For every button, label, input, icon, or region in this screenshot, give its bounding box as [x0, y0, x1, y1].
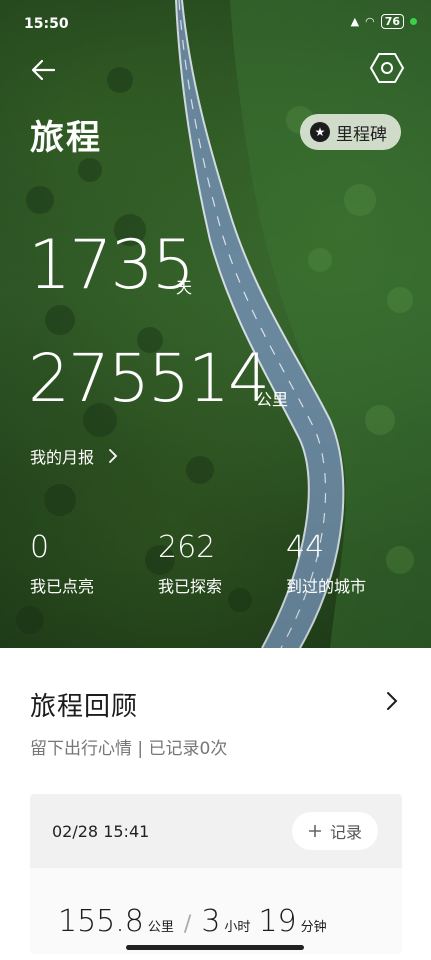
review-title: 旅程回顾 [30, 692, 139, 722]
star-icon: ★ [310, 122, 330, 142]
trip-minutes-value: 19 [258, 904, 297, 939]
distance-value: 275514 [28, 340, 270, 417]
trip-distance-unit: 公里 [147, 920, 174, 935]
counter-cities[interactable]: 44 到过的城市 [286, 530, 366, 597]
trip-hours-unit: 小时 [224, 920, 251, 935]
chevron-right-icon [109, 449, 118, 463]
journey-review-panel: 旅程回顾 留下出行心情 | 已记录0次 02/28 15:41 记录 155.8… [0, 648, 431, 960]
counter-label: 我已点亮 [30, 577, 95, 596]
signal-icon: ▲ [350, 15, 360, 28]
distance-unit: 公里 [256, 390, 289, 409]
trip-minutes-unit: 分钟 [300, 920, 327, 935]
trip-distance-value: 155.8 [58, 904, 144, 939]
status-time: 15:50 [24, 16, 69, 32]
trip-hours-value: 3 [201, 904, 221, 939]
battery-icon: 76 [380, 14, 404, 29]
plus-icon [308, 825, 321, 837]
back-button[interactable] [26, 52, 62, 88]
counter-lit[interactable]: 0 我已点亮 [30, 530, 94, 597]
gear-icon [369, 53, 405, 83]
monthly-report-link[interactable]: 我的月报 [30, 444, 118, 468]
page-title: 旅程 [30, 118, 102, 158]
counter-value: 44 [286, 530, 325, 565]
counter-value: 262 [158, 530, 216, 565]
chevron-right-icon [387, 692, 398, 710]
counter-value: 0 [30, 530, 50, 565]
home-indicator[interactable] [126, 945, 304, 950]
review-subtitle: 留下出行心情 | 已记录0次 [30, 739, 228, 759]
trip-card[interactable]: 02/28 15:41 记录 155.8 公里 / 3 小时 19 分钟 [30, 794, 402, 954]
record-label: 记录 [329, 823, 362, 842]
status-bar: 15:50 ▲ ◠ 76 [0, 0, 431, 46]
counter-label: 我已探索 [158, 577, 223, 596]
wifi-icon: ◠ [365, 15, 375, 28]
monthly-report-label: 我的月报 [30, 448, 95, 467]
days-unit: 天 [176, 278, 193, 297]
record-button[interactable]: 记录 [291, 812, 378, 850]
trip-summary: 155.8 公里 / 3 小时 19 分钟 [30, 868, 402, 954]
milestone-label: 里程碑 [336, 124, 387, 145]
arrow-left-icon [31, 59, 56, 81]
settings-button[interactable] [369, 50, 405, 86]
status-icons: ▲ ◠ 76 [351, 14, 417, 29]
counter-label: 到过的城市 [286, 577, 367, 596]
milestone-button[interactable]: ★ 里程碑 [300, 114, 401, 150]
divider: / [183, 912, 192, 937]
review-more-button[interactable] [381, 688, 403, 714]
trip-metrics: 155.8 公里 / 3 小时 19 分钟 [58, 904, 335, 939]
privacy-indicator-icon [410, 18, 417, 25]
trip-date: 02/28 15:41 [52, 822, 150, 841]
counter-explored[interactable]: 262 我已探索 [158, 530, 222, 597]
days-value: 1735 [28, 226, 195, 305]
